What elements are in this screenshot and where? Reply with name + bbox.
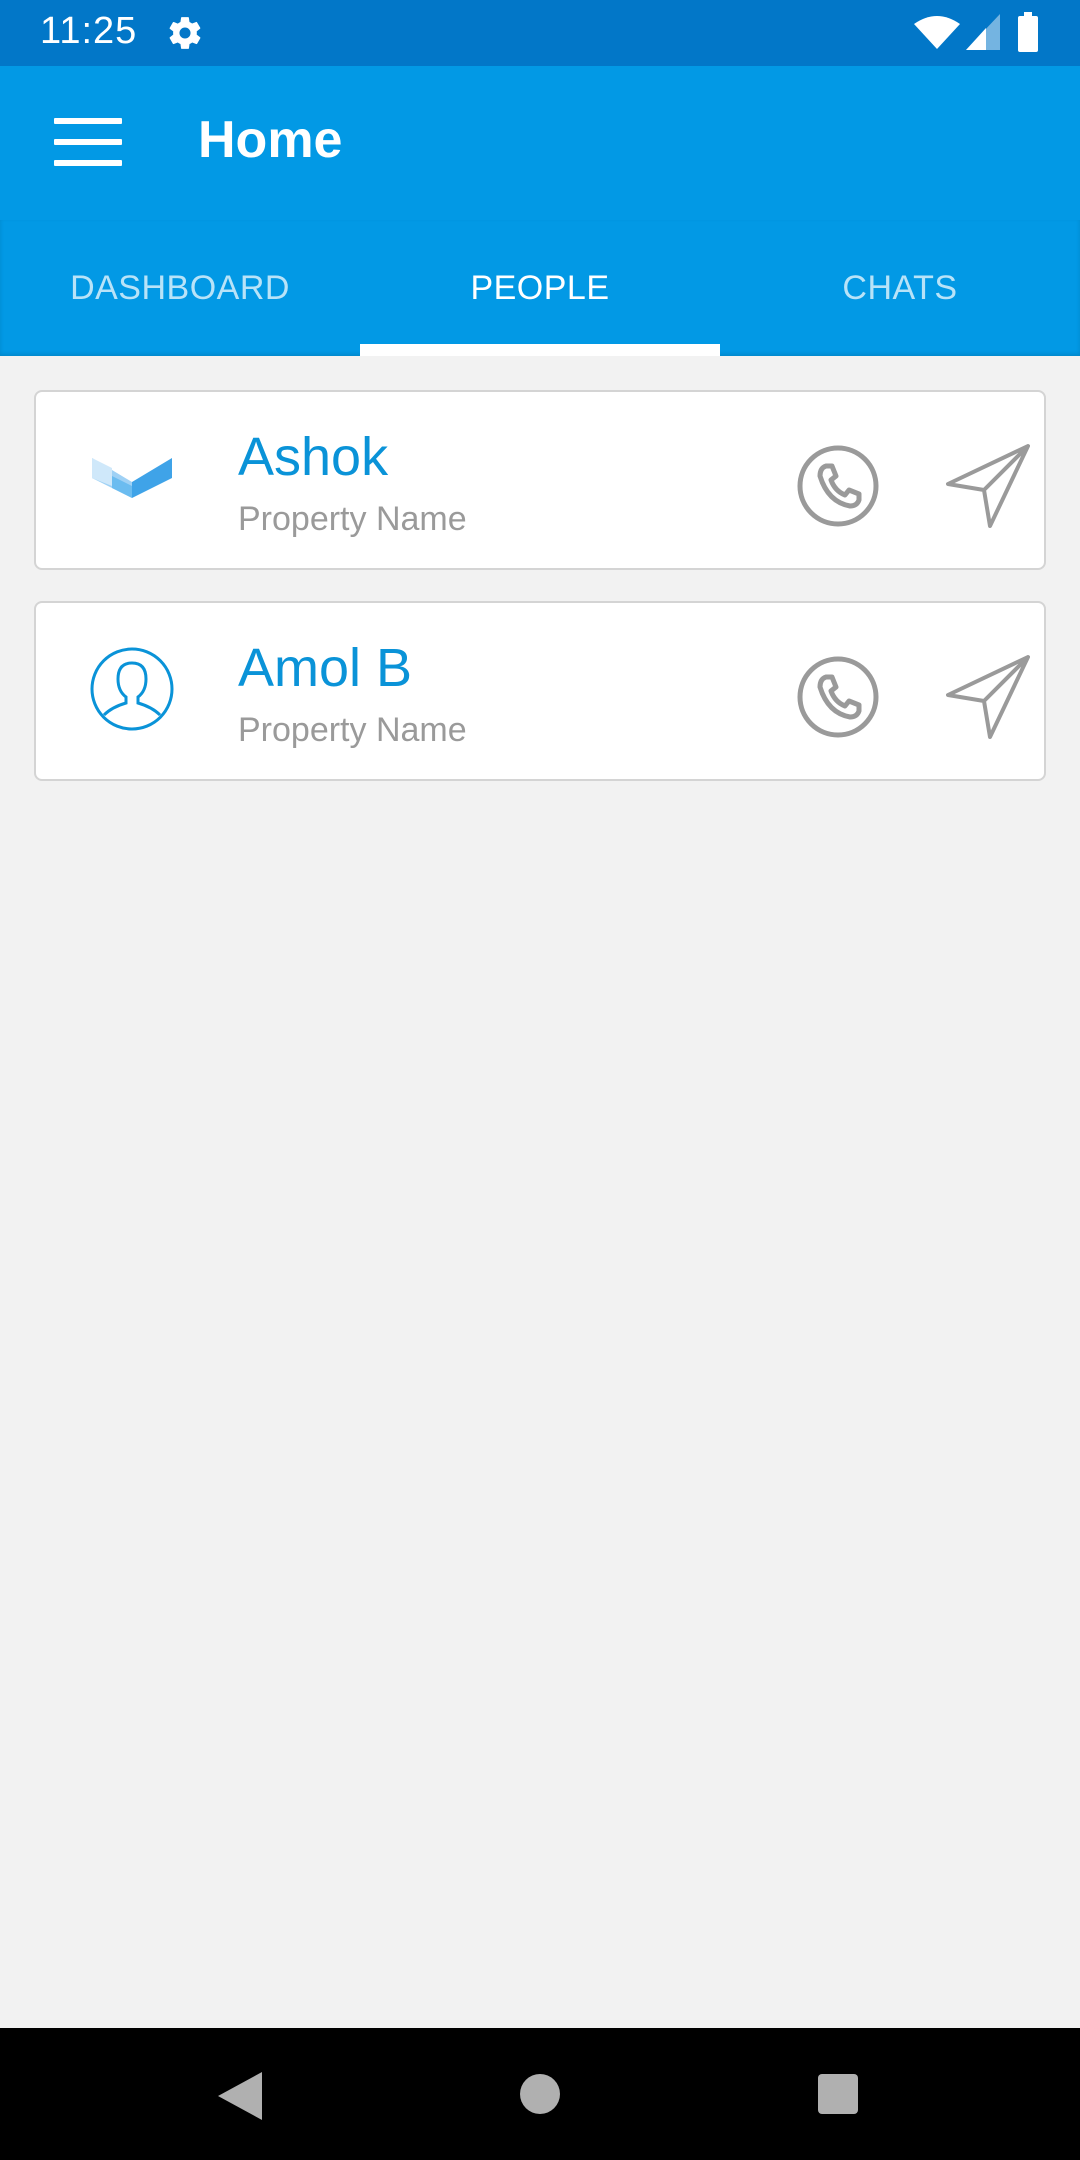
home-icon[interactable]	[520, 2074, 560, 2114]
phone-call-icon[interactable]	[796, 655, 880, 739]
active-tab-indicator	[360, 344, 720, 356]
status-time: 11:25	[40, 10, 138, 52]
person-card-ashok[interactable]: Ashok Property Name	[34, 390, 1046, 570]
person-property: Property Name	[238, 711, 467, 749]
back-icon[interactable]	[218, 2072, 262, 2120]
person-name: Ashok	[238, 427, 389, 487]
send-message-icon[interactable]	[946, 444, 1030, 528]
gear-icon	[169, 17, 201, 49]
page-title: Home	[198, 111, 343, 169]
phone-call-icon[interactable]	[796, 444, 880, 528]
person-property: Property Name	[238, 500, 467, 538]
battery-icon	[1018, 12, 1038, 52]
hamburger-menu-icon[interactable]	[54, 118, 122, 166]
wifi-icon	[914, 16, 960, 49]
signal-icon	[966, 14, 1000, 50]
send-message-icon[interactable]	[946, 655, 1030, 739]
tab-people[interactable]: PEOPLE	[360, 220, 720, 356]
recents-icon[interactable]	[818, 2074, 858, 2114]
person-name: Amol B	[238, 638, 413, 698]
user-avatar-icon	[90, 647, 174, 731]
system-nav-bar	[0, 2028, 1080, 2160]
person-card-amol-b[interactable]: Amol B Property Name	[34, 601, 1046, 781]
status-bar: 11:25	[0, 0, 1080, 66]
tab-dashboard[interactable]: DASHBOARD	[0, 220, 360, 356]
tab-chats[interactable]: CHATS	[720, 220, 1080, 356]
app-bar: Home	[0, 66, 1080, 220]
company-logo-icon	[92, 458, 172, 498]
tab-bar: DASHBOARD PEOPLE CHATS	[0, 220, 1080, 356]
